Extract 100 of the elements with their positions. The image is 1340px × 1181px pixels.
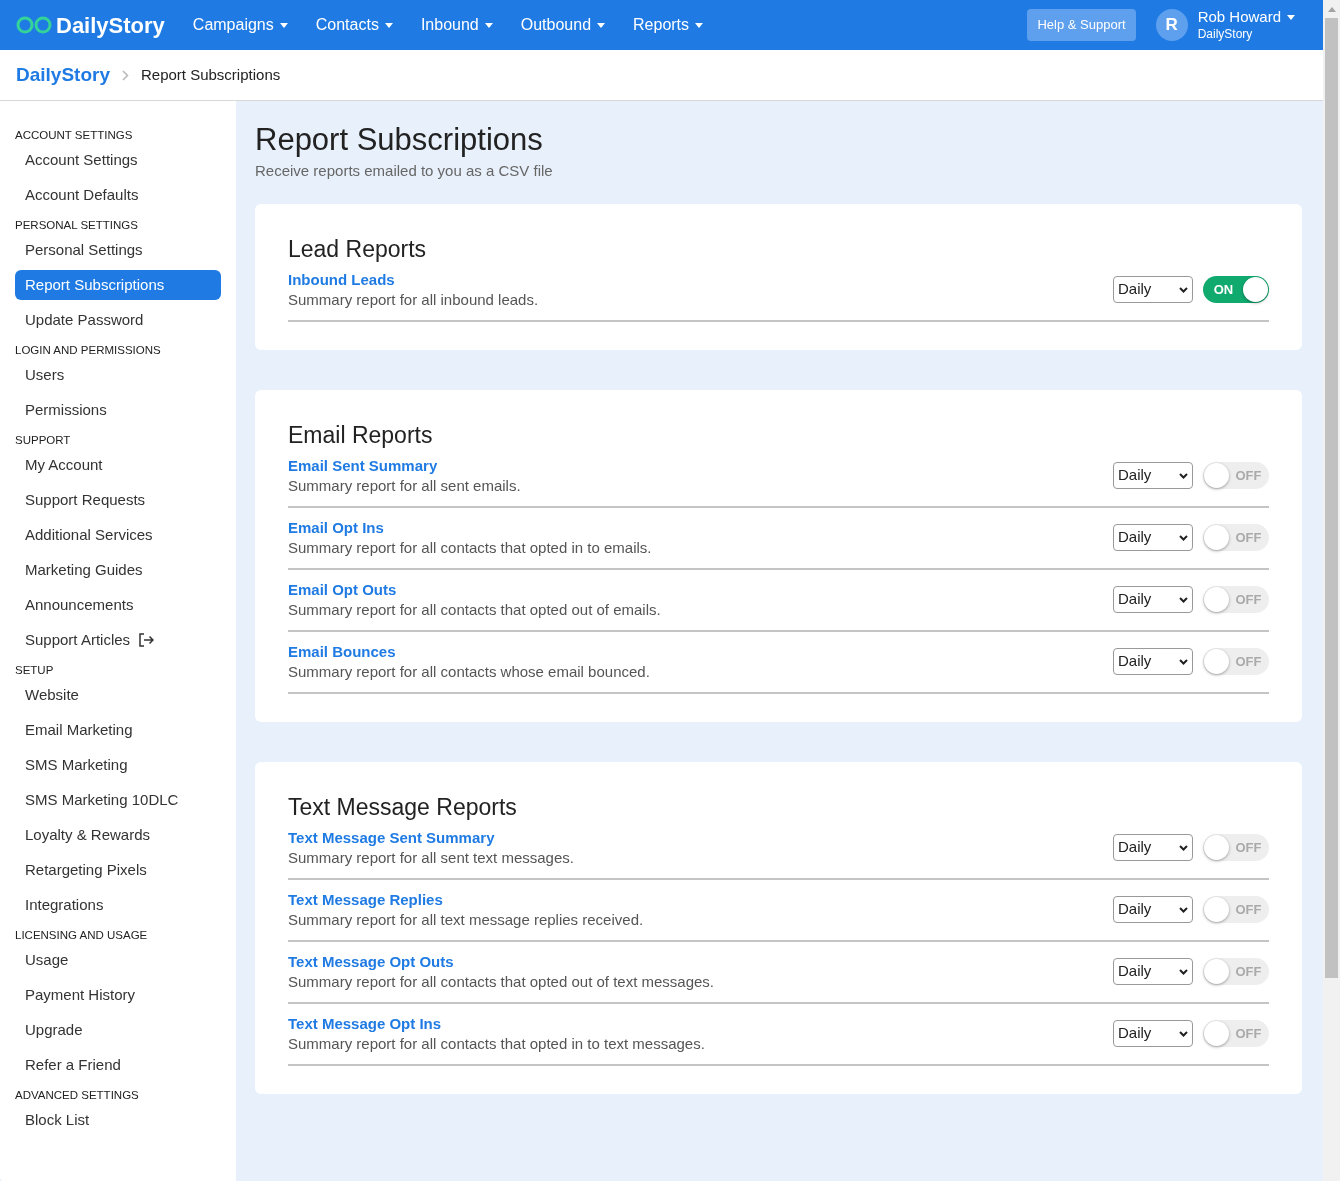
sidebar-item[interactable]: Usage: [15, 945, 221, 975]
section-title: Text Message Reports: [288, 792, 518, 822]
page-subtitle: Receive reports emailed to you as a CSV file: [255, 161, 554, 181]
breadcrumb-link[interactable]: DailyStory: [16, 60, 110, 90]
sidebar-item[interactable]: My Account: [15, 450, 221, 480]
chevron-down-icon: [1179, 286, 1188, 293]
sidebar-item[interactable]: Block List: [15, 1105, 221, 1135]
sidebar-item[interactable]: Refer a Friend: [15, 1050, 221, 1080]
frequency-select[interactable]: Daily: [1113, 1020, 1193, 1047]
report-link[interactable]: Text Message Opt Outs: [288, 951, 1113, 972]
report-description: Summary report for all contacts whose email bounced.: [288, 661, 651, 682]
sidebar-item[interactable]: Payment History: [15, 980, 221, 1010]
report-description: Summary report for all contacts that opted in to emails.: [288, 537, 653, 558]
caret-icon: [597, 22, 606, 28]
report-description: Summary report for all sent emails.: [288, 475, 522, 496]
frequency-select[interactable]: Daily: [1113, 462, 1193, 489]
caret-icon: [384, 22, 393, 28]
frequency-select[interactable]: Daily: [1113, 834, 1193, 861]
sidebar-heading: SUPPORT: [15, 433, 72, 448]
sidebar-item[interactable]: Additional Services: [15, 520, 221, 550]
report-description: Summary report for all contacts that opted out of text messages.: [288, 971, 716, 992]
frequency-select[interactable]: Daily: [1113, 958, 1193, 985]
nav-menu[interactable]: Campaigns: [192, 13, 288, 37]
report-description: Summary report for all inbound leads.: [288, 289, 540, 310]
toggle-knob: [1243, 277, 1268, 302]
report-description: Summary report for all sent text messages.: [288, 847, 575, 868]
report-link[interactable]: Email Bounces: [288, 641, 1113, 662]
sidebar-item[interactable]: Update Password: [15, 305, 221, 335]
sidebar-item[interactable]: Personal Settings: [15, 235, 221, 265]
toggle-knob: [1204, 835, 1229, 860]
sidebar-item[interactable]: Upgrade: [15, 1015, 221, 1045]
toggle-knob: [1204, 463, 1229, 488]
frequency-select[interactable]: Daily: [1113, 586, 1193, 613]
sidebar-item[interactable]: Account Settings: [15, 145, 221, 175]
caret-icon: [1287, 15, 1295, 20]
frequency-select[interactable]: Daily: [1113, 896, 1193, 923]
report-link[interactable]: Text Message Opt Ins: [288, 1013, 1113, 1034]
toggle-knob: [1204, 587, 1229, 612]
chevron-down-icon: [1179, 596, 1188, 603]
sidebar-item[interactable]: SMS Marketing 10DLC: [15, 785, 221, 815]
chevron-icon: [122, 69, 129, 81]
section-title: Lead Reports: [288, 234, 428, 264]
chevron-down-icon: [1179, 472, 1188, 479]
report-description: Summary report for all contacts that opted in to text messages.: [288, 1033, 706, 1054]
caret-icon: [484, 22, 493, 28]
frequency-select[interactable]: Daily: [1113, 524, 1193, 551]
page-title: Report Subscriptions: [255, 121, 544, 159]
sidebar-heading: LOGIN AND PERMISSIONS: [15, 343, 162, 358]
brand-name: DailyStory: [56, 11, 165, 40]
frequency-select[interactable]: Daily: [1113, 648, 1193, 675]
sidebar-item[interactable]: Permissions: [15, 395, 221, 425]
chevron-down-icon: [1179, 844, 1188, 851]
sidebar-item[interactable]: Website: [15, 680, 221, 710]
chevron-down-icon: [1179, 658, 1188, 665]
report-link[interactable]: Inbound Leads: [288, 269, 1113, 290]
sidebar-item[interactable]: Marketing Guides: [15, 555, 221, 585]
report-description: Summary report for all text message replies received.: [288, 909, 645, 930]
chevron-down-icon: [1179, 906, 1188, 913]
nav-menu[interactable]: Reports: [633, 13, 704, 37]
nav-menu[interactable]: Contacts: [315, 13, 393, 37]
report-link[interactable]: Text Message Replies: [288, 889, 1113, 910]
toggle-knob: [1204, 1021, 1229, 1046]
report-link[interactable]: Text Message Sent Summary: [288, 827, 1113, 848]
toggle-knob: [1204, 649, 1229, 674]
sidebar-heading: PERSONAL SETTINGS: [15, 218, 139, 233]
report-link[interactable]: Email Opt Outs: [288, 579, 1113, 600]
logo-icon: [16, 16, 52, 34]
caret-icon: [279, 22, 288, 28]
sidebar-item[interactable]: Retargeting Pixels: [15, 855, 221, 885]
nav-menu[interactable]: Inbound: [420, 13, 493, 37]
toggle-knob: [1204, 959, 1229, 984]
caret-icon: [695, 22, 704, 28]
sidebar-heading: LICENSING AND USAGE: [15, 928, 149, 943]
section-title: Email Reports: [288, 420, 434, 450]
user-menu[interactable]: Rob Howard: [1197, 8, 1295, 27]
sidebar-item[interactable]: Support Requests: [15, 485, 221, 515]
sidebar-item[interactable]: Integrations: [15, 890, 221, 920]
sidebar-item[interactable]: Support Articles: [15, 625, 221, 655]
nav-menu[interactable]: Outbound: [520, 13, 606, 37]
chevron-down-icon: [1179, 1030, 1188, 1037]
sidebar-item[interactable]: SMS Marketing: [15, 750, 221, 780]
sidebar-heading: ACCOUNT SETTINGS: [15, 128, 134, 143]
sidebar-item[interactable]: Announcements: [15, 590, 221, 620]
sidebar-item[interactable]: Account Defaults: [15, 180, 221, 210]
frequency-select[interactable]: Daily: [1113, 276, 1193, 303]
toggle-knob: [1204, 525, 1229, 550]
sidebar-item[interactable]: Users: [15, 360, 221, 390]
scroll-up-icon: [1327, 7, 1336, 12]
report-link[interactable]: Email Opt Ins: [288, 517, 1113, 538]
sidebar-heading: SETUP: [15, 663, 55, 678]
user-org: DailyStory: [1197, 26, 1254, 42]
sidebar-heading: ADVANCED SETTINGS: [15, 1088, 140, 1103]
sidebar-item[interactable]: Loyalty & Rewards: [15, 820, 221, 850]
chevron-down-icon: [1179, 968, 1188, 975]
report-link[interactable]: Email Sent Summary: [288, 455, 1113, 476]
breadcrumb-current: Report Subscriptions: [141, 64, 281, 85]
chevron-down-icon: [1179, 534, 1188, 541]
toggle-knob: [1204, 897, 1229, 922]
sidebar-item[interactable]: Report Subscriptions: [15, 270, 221, 300]
sidebar-item[interactable]: Email Marketing: [15, 715, 221, 745]
